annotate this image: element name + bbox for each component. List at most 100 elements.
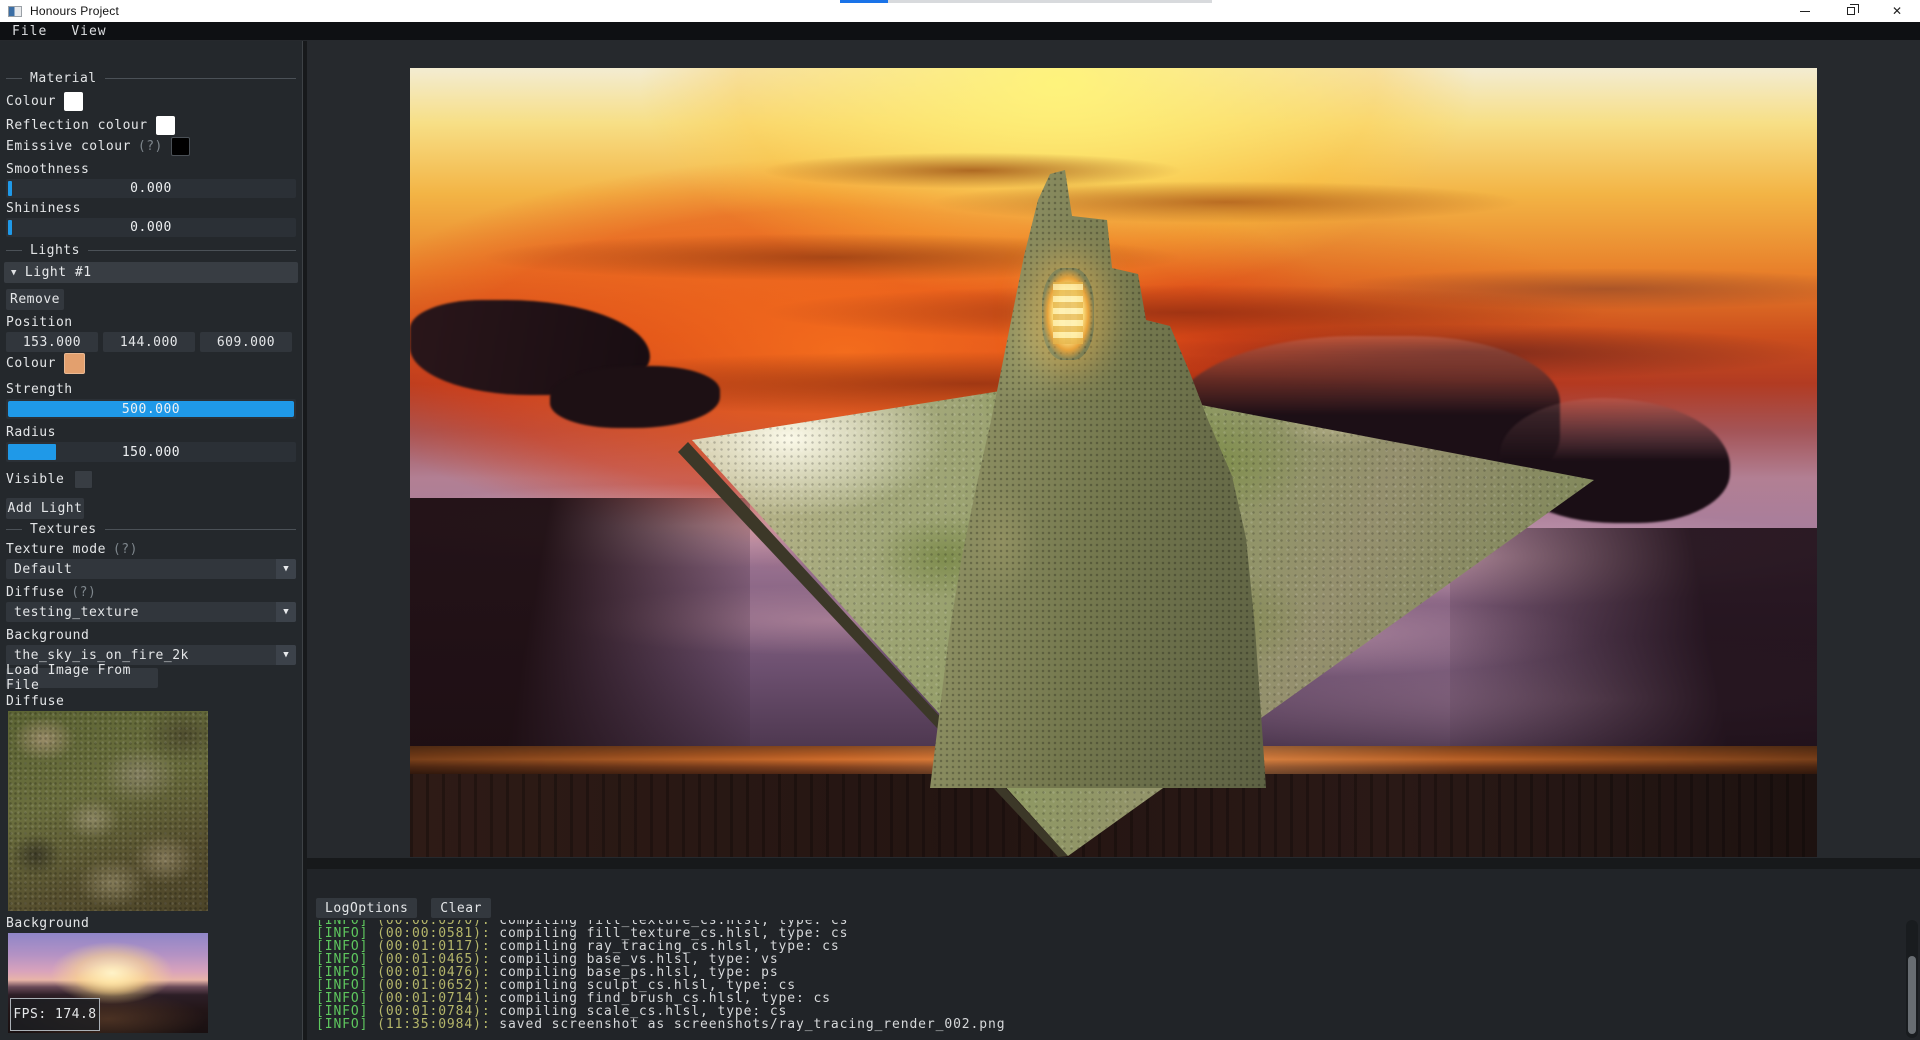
texture-mode-dropdown-icon: ▼ bbox=[276, 559, 296, 579]
texture-mode-help-hint: (?) bbox=[113, 542, 138, 557]
render-light-glow bbox=[1042, 268, 1094, 360]
textures-section-header: Textures bbox=[6, 522, 296, 537]
load-image-button[interactable]: Load Image From File bbox=[6, 668, 158, 688]
titlebar: Honours Project ✕ bbox=[0, 0, 1920, 22]
diffuse-texture-preview bbox=[8, 711, 208, 911]
load-image-label: Load Image From File bbox=[6, 663, 158, 693]
position-label-text: Position bbox=[6, 315, 73, 330]
reflection-colour-swatch[interactable] bbox=[156, 116, 175, 135]
render-viewport bbox=[307, 41, 1920, 858]
material-section-header: Material bbox=[6, 71, 296, 86]
textures-section-title: Textures bbox=[30, 522, 97, 537]
light1-collapsing-header[interactable]: ▼ Light #1 bbox=[4, 262, 298, 283]
window-controls: ✕ bbox=[1782, 0, 1920, 22]
material-editor-panel: Material Colour Reflection colour Emissi… bbox=[0, 41, 302, 1040]
logger-scrollbar[interactable] bbox=[1906, 920, 1918, 1038]
diffuse-preview-label: Diffuse bbox=[6, 694, 64, 709]
smoothness-slider-grab bbox=[8, 181, 12, 196]
position-x-field[interactable]: 153.000 bbox=[6, 332, 98, 352]
smoothness-label-text: Smoothness bbox=[6, 162, 89, 177]
log-output: [INFO] (00:00:0570): compiling fill_text… bbox=[316, 920, 1900, 1038]
shininess-slider[interactable]: 0.000 bbox=[6, 218, 296, 237]
ray-traced-render-image bbox=[410, 68, 1817, 857]
smoothness-value: 0.000 bbox=[130, 181, 172, 196]
close-button[interactable]: ✕ bbox=[1874, 0, 1920, 22]
strength-label-text: Strength bbox=[6, 382, 73, 397]
position-y-value: 144.000 bbox=[120, 335, 178, 350]
texture-mode-label: Texture mode (?) bbox=[6, 542, 138, 557]
light-colour-row: Colour bbox=[6, 353, 85, 374]
diffuse-label-text: Diffuse bbox=[6, 585, 64, 600]
log-message: saved screenshot as screenshots/ray_trac… bbox=[499, 1017, 1005, 1032]
app-window: Honours Project ✕ File View Brush Edit… … bbox=[0, 0, 1920, 1040]
position-z-field[interactable]: 609.000 bbox=[200, 332, 292, 352]
radius-slider-grab bbox=[8, 444, 56, 460]
menubar: File View bbox=[0, 22, 1920, 41]
horizontal-splitter[interactable] bbox=[307, 858, 1920, 869]
remove-light-label: Remove bbox=[10, 292, 60, 307]
emissive-colour-label: Emissive colour bbox=[6, 139, 131, 154]
menu-file[interactable]: File bbox=[0, 24, 59, 39]
texture-mode-combo[interactable]: Default ▼ bbox=[6, 559, 296, 579]
shininess-label-text: Shininess bbox=[6, 201, 81, 216]
background-dropdown-icon: ▼ bbox=[276, 645, 296, 665]
minimize-button[interactable] bbox=[1782, 0, 1828, 22]
position-label: Position bbox=[6, 315, 73, 330]
smoothness-slider[interactable]: 0.000 bbox=[6, 179, 296, 198]
lights-section-title: Lights bbox=[30, 243, 80, 258]
emissive-colour-swatch[interactable] bbox=[171, 137, 190, 156]
logger-panel: LogOptions Clear [INFO] (00:00:0570): co… bbox=[307, 869, 1920, 1040]
light-colour-swatch[interactable] bbox=[64, 353, 85, 374]
add-light-label: Add Light bbox=[8, 501, 83, 516]
emissive-help-hint: (?) bbox=[138, 139, 163, 154]
close-icon: ✕ bbox=[1892, 5, 1902, 17]
material-section-title: Material bbox=[30, 71, 97, 86]
render-glow-voxels bbox=[1053, 282, 1083, 344]
smoothness-label: Smoothness bbox=[6, 162, 89, 177]
strength-label: Strength bbox=[6, 382, 73, 397]
fps-overlay: FPS: 174.8 bbox=[10, 998, 100, 1031]
strength-value: 500.000 bbox=[122, 402, 180, 417]
material-editor-body: Material Colour Reflection colour Emissi… bbox=[0, 41, 302, 1040]
top-progress-fill bbox=[840, 0, 888, 3]
visible-checkbox[interactable] bbox=[74, 470, 93, 489]
diffuse-dropdown-icon: ▼ bbox=[276, 602, 296, 622]
diffuse-combo[interactable]: testing_texture ▼ bbox=[6, 602, 296, 622]
logger-scrollbar-thumb[interactable] bbox=[1908, 956, 1916, 1034]
add-light-button[interactable]: Add Light bbox=[6, 498, 84, 519]
clear-log-button[interactable]: Clear bbox=[431, 898, 491, 918]
log-options-label: LogOptions bbox=[325, 901, 408, 916]
log-line: [INFO] (11:35:0984): saved screenshot as… bbox=[316, 1018, 1900, 1031]
log-options-button[interactable]: LogOptions bbox=[316, 898, 417, 918]
texture-mode-label-text: Texture mode bbox=[6, 542, 106, 557]
reflection-colour-row: Reflection colour bbox=[6, 116, 175, 135]
radius-value: 150.000 bbox=[122, 445, 180, 460]
radius-label-text: Radius bbox=[6, 425, 56, 440]
top-progress-bar bbox=[840, 0, 1212, 3]
colour-row: Colour bbox=[6, 92, 83, 111]
restore-button[interactable] bbox=[1828, 0, 1874, 22]
light-colour-label: Colour bbox=[6, 356, 56, 371]
restore-icon bbox=[1847, 7, 1855, 15]
position-y-field[interactable]: 144.000 bbox=[103, 332, 195, 352]
visible-row: Visible bbox=[6, 470, 93, 489]
diffuse-label: Diffuse (?) bbox=[6, 585, 96, 600]
background-preview-label-text: Background bbox=[6, 916, 89, 931]
window-title: Honours Project bbox=[30, 4, 119, 18]
fps-value: FPS: 174.8 bbox=[13, 1007, 96, 1022]
menu-view[interactable]: View bbox=[59, 24, 118, 39]
background-value: the_sky_is_on_fire_2k bbox=[14, 648, 189, 663]
background-label: Background bbox=[6, 628, 89, 643]
logger-toolbar: LogOptions Clear bbox=[316, 898, 491, 918]
radius-label: Radius bbox=[6, 425, 56, 440]
background-combo[interactable]: the_sky_is_on_fire_2k ▼ bbox=[6, 645, 296, 665]
strength-slider[interactable]: 500.000 bbox=[6, 399, 296, 419]
position-z-value: 609.000 bbox=[217, 335, 275, 350]
position-x-value: 153.000 bbox=[23, 335, 81, 350]
remove-light-button[interactable]: Remove bbox=[6, 289, 64, 310]
lights-section-header: Lights bbox=[6, 243, 296, 258]
colour-swatch[interactable] bbox=[64, 92, 83, 111]
diffuse-help-hint: (?) bbox=[71, 585, 96, 600]
radius-slider[interactable]: 150.000 bbox=[6, 442, 296, 462]
reflection-colour-label: Reflection colour bbox=[6, 118, 148, 133]
